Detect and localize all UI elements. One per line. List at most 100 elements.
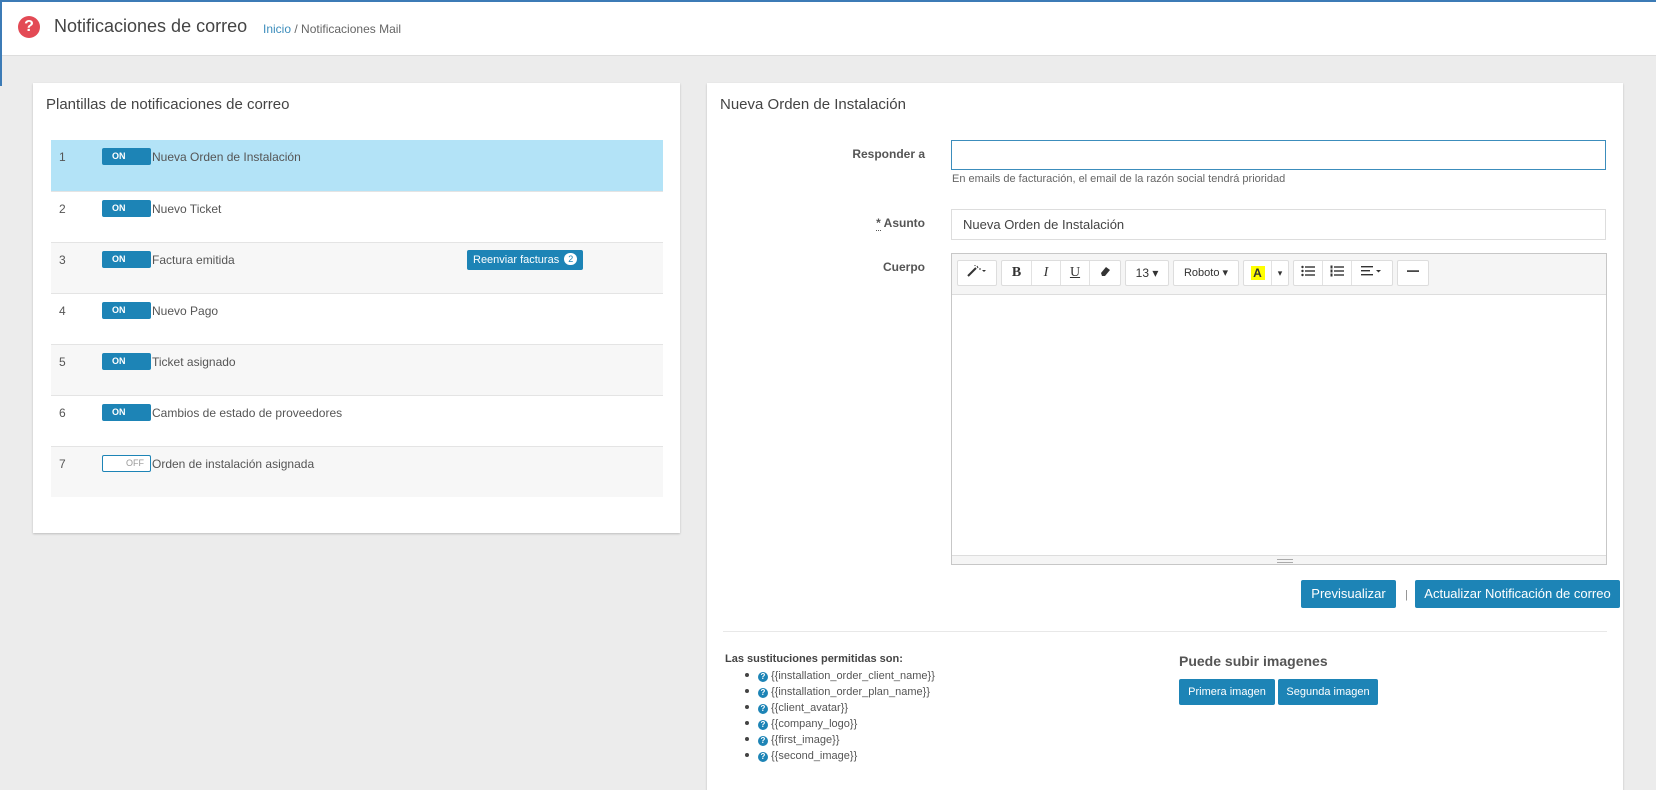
subject-input[interactable]: Nueva Orden de Instalación	[951, 209, 1606, 240]
substitution-text: {{first_image}}	[771, 734, 840, 746]
template-number: 2	[59, 202, 66, 216]
unordered-list-icon[interactable]	[1294, 261, 1323, 285]
font-size-value: 13 ▾	[1135, 266, 1159, 280]
second-image-button[interactable]: Segunda imagen	[1278, 679, 1378, 705]
eraser-icon[interactable]	[1090, 261, 1120, 285]
resend-invoices-label: Reenviar facturas	[473, 254, 560, 266]
template-name[interactable]: Cambios de estado de proveedores	[152, 406, 342, 420]
substitution-item: ? {{installation_order_client_name}}	[745, 668, 935, 684]
substitutions-title: Las sustituciones permitidas son:	[725, 653, 903, 665]
substitution-item: ? {{first_image}}	[745, 732, 935, 748]
template-toggle[interactable]: OFF	[102, 455, 151, 472]
editor-panel: Nueva Orden de Instalación Responder a E…	[707, 83, 1623, 790]
magic-wand-icon[interactable]	[958, 261, 996, 285]
toggle-label: ON	[112, 254, 126, 264]
template-name[interactable]: Ticket asignado	[152, 355, 236, 369]
paragraph-group	[1293, 260, 1393, 286]
reply-to-input[interactable]	[951, 140, 1606, 170]
preview-button[interactable]: Previsualizar	[1301, 580, 1396, 608]
rich-text-editor[interactable]: B I U 13 ▾ Roboto ▾ A ▾	[951, 253, 1607, 565]
help-icon[interactable]: ?	[758, 704, 768, 714]
eraser-icon	[1101, 267, 1110, 276]
templates-table: 1 ON Nueva Orden de Instalación 2 ON Nue…	[51, 140, 663, 497]
font-family-dropdown[interactable]: Roboto ▾	[1173, 260, 1239, 286]
bullet	[745, 753, 749, 757]
template-number: 4	[59, 304, 66, 318]
template-toggle[interactable]: ON	[102, 404, 151, 421]
font-size-dropdown[interactable]: 13 ▾	[1125, 260, 1169, 286]
toggle-label: ON	[112, 305, 126, 315]
breadcrumb-home-link[interactable]: Inicio	[263, 22, 291, 36]
template-toggle[interactable]: ON	[102, 251, 151, 268]
unordered-list-icon	[1301, 265, 1315, 277]
substitution-item: ? {{second_image}}	[745, 748, 935, 764]
breadcrumb-separator: /	[294, 22, 298, 36]
bullet	[745, 689, 749, 693]
align-left-icon	[1361, 266, 1381, 276]
help-icon[interactable]: ?	[758, 752, 768, 762]
template-toggle[interactable]: ON	[102, 302, 151, 319]
editor-panel-title: Nueva Orden de Instalación	[720, 96, 906, 113]
template-row[interactable]: 4 ON Nuevo Pago	[51, 293, 663, 344]
color-group: A ▾	[1243, 260, 1289, 286]
help-icon[interactable]: ?	[758, 688, 768, 698]
horizontal-rule-icon	[1407, 270, 1419, 272]
substitution-item: ? {{installation_order_plan_name}}	[745, 684, 935, 700]
substitution-text: {{installation_order_plan_name}}	[771, 686, 931, 698]
font-style-group: B I U	[1001, 260, 1121, 286]
reply-to-help: En emails de facturación, el email de la…	[952, 173, 1286, 185]
color-dropdown-icon[interactable]: ▾	[1272, 261, 1288, 285]
ordered-list-icon[interactable]	[1323, 261, 1352, 285]
editor-toolbar: B I U 13 ▾ Roboto ▾ A ▾	[952, 254, 1606, 295]
font-family-value: Roboto ▾	[1183, 267, 1229, 279]
help-icon[interactable]: ?	[758, 736, 768, 746]
template-number: 1	[59, 150, 66, 164]
resend-count-badge: 2	[564, 253, 578, 265]
help-question-icon[interactable]: ?	[18, 16, 40, 38]
template-row[interactable]: 3 ON Factura emitida Reenviar facturas 2	[51, 242, 663, 293]
template-toggle[interactable]: ON	[102, 353, 151, 370]
bullet	[745, 721, 749, 725]
toggle-label: ON	[112, 407, 126, 417]
magic-wand-icon	[967, 265, 986, 277]
editor-resize-handle[interactable]	[952, 555, 1606, 564]
left-accent-line	[0, 2, 2, 86]
template-name[interactable]: Nuevo Ticket	[152, 202, 221, 216]
top-header	[0, 0, 1656, 56]
underline-button[interactable]: U	[1061, 261, 1090, 285]
template-name[interactable]: Nuevo Pago	[152, 304, 218, 318]
template-toggle[interactable]: ON	[102, 200, 151, 217]
update-notification-button[interactable]: Actualizar Notificación de correo	[1415, 580, 1620, 608]
template-name[interactable]: Orden de instalación asignada	[152, 457, 314, 471]
highlight-color-icon: A	[1250, 266, 1265, 280]
bullet	[745, 737, 749, 741]
font-family-label: Roboto	[1183, 267, 1220, 279]
template-row[interactable]: 6 ON Cambios de estado de proveedores	[51, 395, 663, 446]
template-name[interactable]: Factura emitida	[152, 253, 235, 267]
resend-invoices-button[interactable]: Reenviar facturas 2	[467, 250, 584, 270]
bold-button[interactable]: B	[1002, 261, 1032, 285]
align-dropdown[interactable]	[1352, 261, 1392, 285]
subject-label-text: Asunto	[880, 216, 925, 230]
highlight-color-button[interactable]: A	[1244, 261, 1272, 285]
substitution-item: ? {{company_logo}}	[745, 716, 935, 732]
first-image-button[interactable]: Primera imagen	[1179, 679, 1275, 705]
section-divider	[723, 631, 1607, 632]
horizontal-rule-icon[interactable]	[1398, 261, 1428, 285]
substitution-text: {{client_avatar}}	[771, 702, 849, 714]
reply-to-label: Responder a	[852, 147, 925, 161]
template-row[interactable]: 1 ON Nueva Orden de Instalación	[51, 140, 663, 191]
grip-icon	[1277, 559, 1293, 563]
help-icon[interactable]: ?	[758, 672, 768, 682]
help-icon[interactable]: ?	[758, 720, 768, 730]
template-row[interactable]: 7 OFF Orden de instalación asignada	[51, 446, 663, 497]
template-row[interactable]: 2 ON Nuevo Ticket	[51, 191, 663, 242]
substitution-text: {{installation_order_client_name}}	[771, 670, 935, 682]
template-row[interactable]: 5 ON Ticket asignado	[51, 344, 663, 395]
italic-button[interactable]: I	[1032, 261, 1061, 285]
template-toggle[interactable]: ON	[102, 148, 151, 165]
template-name[interactable]: Nueva Orden de Instalación	[152, 150, 301, 164]
templates-panel-title: Plantillas de notificaciones de correo	[46, 96, 290, 113]
toggle-label: ON	[112, 203, 126, 213]
subject-label: * Asunto	[805, 216, 925, 231]
